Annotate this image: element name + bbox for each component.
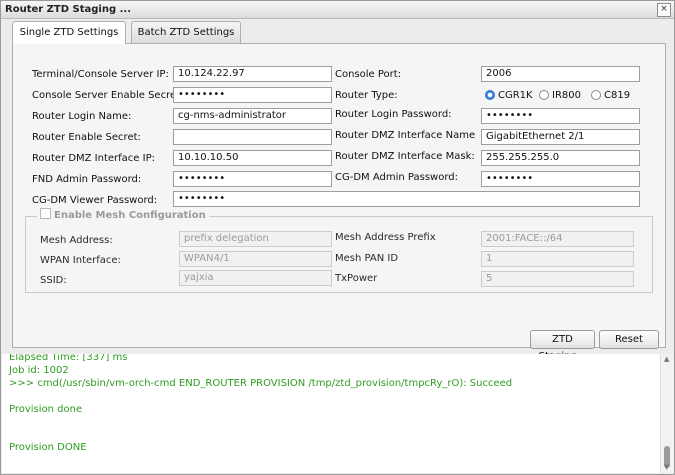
console-line: >>> cmd(/usr/sbin/vm-orch-cmd END_ROUTER… — [9, 378, 513, 389]
dialog-title: Router ZTD Staging ... — [5, 4, 131, 15]
router-type-label: Router Type: — [335, 90, 398, 101]
console-port-label: Console Port: — [335, 69, 402, 80]
txpower-label: TxPower — [335, 273, 378, 284]
console-line: Elapsed Time: [337] ms — [9, 354, 128, 363]
console-port-input[interactable]: 2006 — [481, 66, 640, 82]
radio-ir800[interactable] — [539, 90, 549, 100]
console-secret-input[interactable]: •••••••• — [173, 87, 332, 103]
scroll-down-icon[interactable]: ▼ — [664, 463, 669, 471]
terminal-ip-input[interactable]: 10.124.22.97 — [173, 66, 332, 82]
cgdm-viewer-label: CG-DM Viewer Password: — [32, 195, 158, 206]
console-line: Provision done — [9, 404, 83, 415]
radio-cgr1k-label: CGR1K — [498, 90, 533, 101]
cgdm-admin-input[interactable]: •••••••• — [481, 171, 640, 187]
txpower-input[interactable]: 5 — [481, 271, 634, 287]
radio-c819[interactable] — [591, 90, 601, 100]
cgdm-viewer-input[interactable]: •••••••• — [173, 191, 640, 207]
ssid-input[interactable]: yajxia — [179, 270, 332, 286]
dmz-if-ip-input[interactable]: 10.10.10.50 — [173, 150, 332, 166]
single-ztd-settings-panel: Terminal/Console Server IP: 10.124.22.97… — [12, 43, 666, 348]
console-scrollbar[interactable]: ▲ ▼ — [660, 354, 674, 473]
tab-batch-ztd-settings[interactable]: Batch ZTD Settings — [131, 21, 241, 43]
enable-mesh-checkbox[interactable] — [40, 208, 51, 219]
mesh-pan-id-label: Mesh PAN ID — [335, 253, 399, 264]
mesh-prefix-label: Mesh Address Prefix — [335, 232, 436, 243]
dmz-if-mask-input[interactable]: 255.255.255.0 — [481, 150, 640, 166]
terminal-ip-label: Terminal/Console Server IP: — [32, 69, 169, 80]
close-icon[interactable]: × — [657, 3, 671, 17]
enable-secret-label: Router Enable Secret: — [32, 132, 141, 143]
tab-single-ztd-settings[interactable]: Single ZTD Settings — [12, 21, 126, 44]
mesh-prefix-input[interactable]: 2001:FACE::/64 — [481, 231, 634, 247]
wpan-label: WPAN Interface: — [40, 255, 121, 266]
dmz-if-ip-label: Router DMZ Interface IP: — [32, 153, 155, 164]
dmz-if-name-input[interactable]: GigabitEthernet 2/1 — [481, 129, 640, 145]
mesh-address-input[interactable]: prefix delegation — [179, 231, 332, 247]
console-secret-label: Console Server Enable Secret: — [32, 90, 184, 101]
reset-button[interactable]: Reset — [599, 330, 659, 349]
ssid-label: SSID: — [40, 275, 67, 286]
login-password-input[interactable]: •••••••• — [481, 108, 640, 124]
cgdm-admin-label: CG-DM Admin Password: — [335, 172, 458, 183]
title-bar[interactable]: Router ZTD Staging ... × — [1, 1, 674, 19]
dmz-if-name-label: Router DMZ Interface Name — [335, 130, 476, 141]
mesh-pan-id-input[interactable]: 1 — [481, 251, 634, 267]
radio-ir800-label: IR800 — [552, 90, 581, 101]
radio-cgr1k[interactable] — [485, 90, 495, 100]
radio-c819-label: C819 — [604, 90, 631, 101]
console-output[interactable]: Elapsed Time: [337] ms Job id: 1002 >>> … — [2, 354, 660, 473]
console-line: Provision DONE — [9, 442, 87, 453]
fnd-password-input[interactable]: •••••••• — [173, 171, 332, 187]
mesh-legend: Enable Mesh Configuration — [37, 208, 209, 221]
scroll-up-icon[interactable]: ▲ — [664, 355, 669, 363]
login-name-label: Router Login Name: — [32, 111, 132, 122]
console-line: Job id: 1002 — [9, 365, 69, 376]
login-password-label: Router Login Password: — [335, 109, 452, 120]
mesh-address-label: Mesh Address: — [40, 235, 113, 246]
enable-mesh-label: Enable Mesh Configuration — [54, 210, 206, 221]
fnd-password-label: FND Admin Password: — [32, 174, 142, 185]
wpan-input[interactable]: WPAN4/1 — [179, 251, 332, 267]
login-name-input[interactable]: cg-nms-administrator — [173, 108, 332, 124]
dmz-if-mask-label: Router DMZ Interface Mask: — [335, 151, 475, 162]
enable-secret-input[interactable] — [173, 129, 332, 145]
router-ztd-staging-dialog: Router ZTD Staging ... × Single ZTD Sett… — [0, 0, 675, 475]
ztd-staging-button[interactable]: ZTD Staging... — [530, 330, 595, 362]
